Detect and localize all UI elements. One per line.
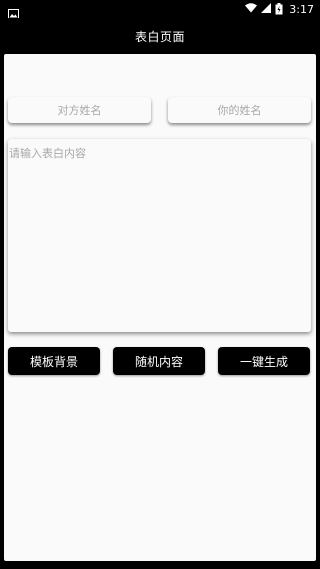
one-click-generate-button[interactable]: 一键生成 xyxy=(218,347,310,375)
signal-icon xyxy=(261,2,272,16)
app-bar: 表白页面 xyxy=(0,18,320,54)
page-title: 表白页面 xyxy=(134,29,185,44)
other-name-input[interactable] xyxy=(8,97,151,123)
your-name-input[interactable] xyxy=(168,97,311,123)
confession-content-textarea[interactable] xyxy=(8,139,311,332)
random-content-button[interactable]: 随机内容 xyxy=(113,347,205,375)
status-right: 3:17 xyxy=(245,2,314,16)
status-time: 3:17 xyxy=(289,2,314,16)
wifi-icon xyxy=(245,2,258,16)
status-left xyxy=(8,4,19,19)
battery-icon xyxy=(275,3,283,15)
status-bar: 3:17 xyxy=(0,0,320,19)
image-icon xyxy=(8,4,19,19)
main-content: 模板背景 随机内容 一键生成 xyxy=(4,54,316,561)
template-background-button[interactable]: 模板背景 xyxy=(8,347,100,375)
